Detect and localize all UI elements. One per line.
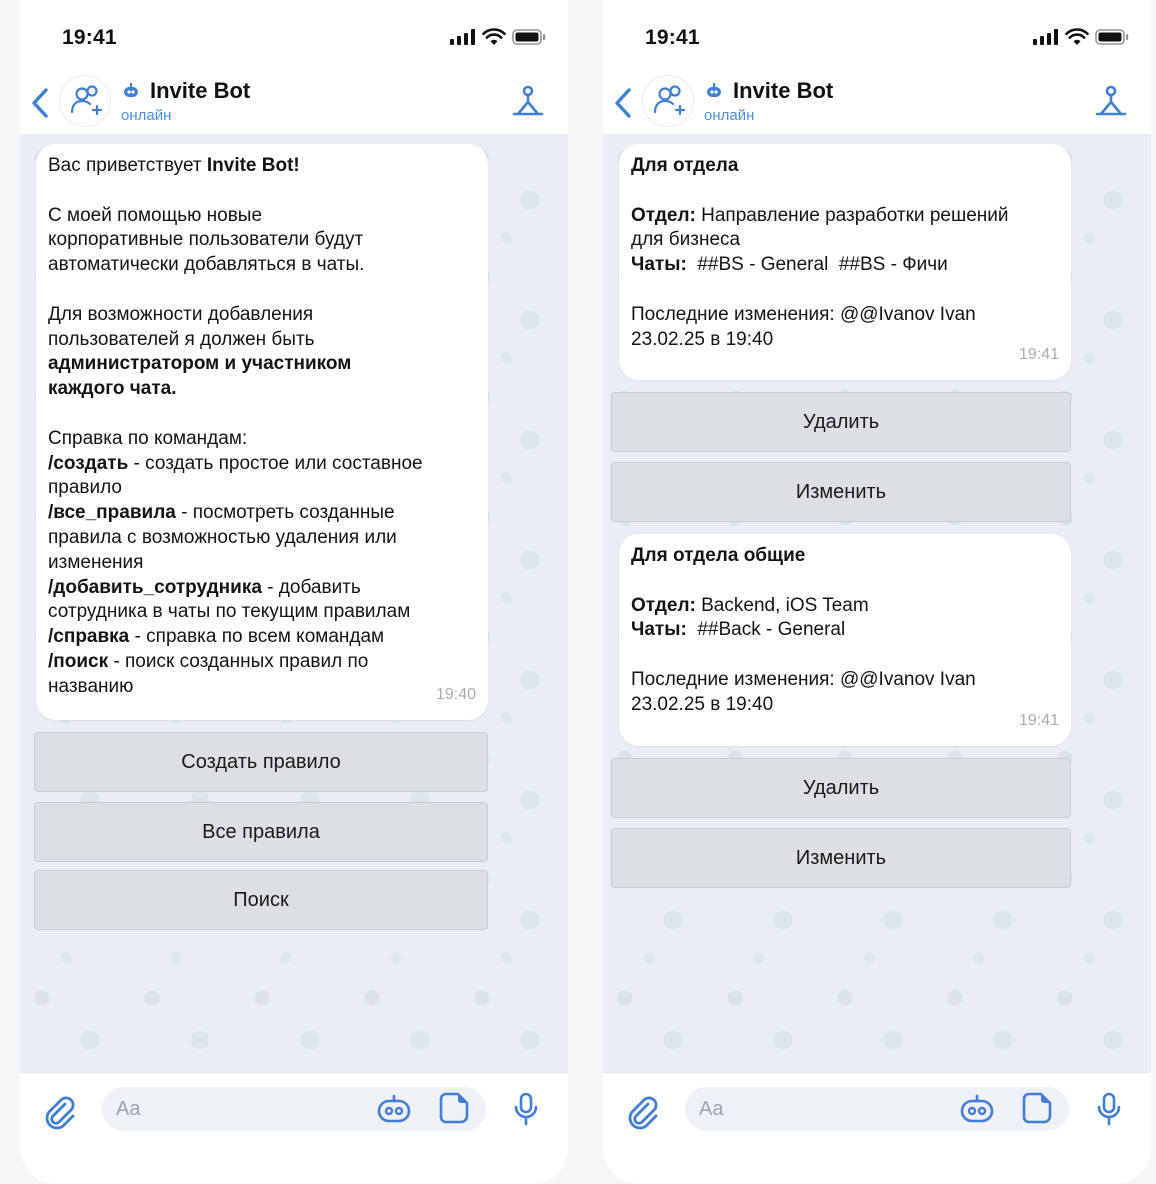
status-icons <box>450 28 546 46</box>
rule-changes-date: 23.02.25 в 19:40 <box>631 693 774 715</box>
command-line: /добавить_сотрудника - добавить <box>48 576 361 598</box>
command-cont: изменения <box>48 551 144 573</box>
rule-card: Для отдела Отдел: Направление разработки… <box>619 144 1071 380</box>
welcome-line: Вас приветствует Invite Bot! <box>48 155 300 176</box>
edit-rule-button[interactable]: Изменить <box>611 828 1071 888</box>
command-line: /все_правила - посмотреть созданные <box>48 502 395 524</box>
chat-title: Invite Bot <box>150 78 251 103</box>
message-time: 19:41 <box>1018 346 1059 364</box>
rule-changes-date: 23.02.25 в 19:40 <box>631 328 774 350</box>
delete-rule-button[interactable]: Удалить <box>611 392 1071 452</box>
wifi-icon <box>1065 28 1089 45</box>
sticker-icon[interactable] <box>438 1091 470 1125</box>
intro-line: С моей помощью новые <box>48 204 263 226</box>
chat-header: Invite Bot онлайн <box>603 72 1151 135</box>
bot-badge-icon <box>124 83 138 97</box>
intro-line: автоматически добавляться в чаты. <box>48 254 365 276</box>
edit-rule-button[interactable]: Изменить <box>611 462 1071 522</box>
chat-title: Invite Bot <box>733 78 834 103</box>
phone-right: 19:41 Invite Bot онлайн Для отдела Отдел… <box>603 0 1151 1184</box>
welcome-message: Вас приветствует Invite Bot! С моей помо… <box>36 144 488 720</box>
avatar[interactable] <box>60 76 110 126</box>
bot-commands-icon[interactable] <box>959 1093 995 1125</box>
command-cont: сотрудника в чаты по текущим правилам <box>48 601 411 623</box>
back-arrow-icon[interactable] <box>26 86 54 120</box>
message-input[interactable] <box>102 1087 486 1131</box>
add-users-icon <box>70 85 103 116</box>
search-button[interactable]: Поиск <box>34 870 488 930</box>
command-cont: правила с возможностью удаления или <box>48 526 397 548</box>
battery-icon <box>512 29 546 45</box>
input-bar <box>20 1072 568 1184</box>
help-title: Справка по командам: <box>48 427 248 449</box>
chat-header: Invite Bot онлайн <box>20 72 568 135</box>
rule-department: Отдел: Направление разработки решений <box>631 204 1009 226</box>
rule-department: Отдел: Backend, iOS Team <box>631 594 869 616</box>
command-cont: названию <box>48 675 134 697</box>
intro-line: корпоративные пользователи будут <box>48 229 364 251</box>
add-users-icon <box>653 85 686 116</box>
status-time: 19:41 <box>62 26 117 49</box>
rule-department-cont: для бизнеса <box>631 229 741 251</box>
paperclip-icon[interactable] <box>42 1095 78 1131</box>
command-line: /создать - создать простое или составное <box>48 452 423 474</box>
bot-menu-icon[interactable] <box>1093 84 1129 120</box>
command-create[interactable]: /создать <box>48 453 128 474</box>
admin-line: пользователей я должен быть <box>48 328 315 350</box>
rule-title: Для отдела общие <box>631 545 806 566</box>
message-time: 19:40 <box>435 686 476 704</box>
rule-changes: Последние изменения: @@Ivanov Ivan <box>631 303 976 325</box>
all-rules-button[interactable]: Все правила <box>34 802 488 862</box>
input-bar <box>603 1072 1151 1184</box>
phone-left: 19:41 Invite Bot онлайн Вас приветствует… <box>20 0 568 1184</box>
header-title-row: Invite Bot <box>120 78 250 104</box>
wifi-icon <box>482 28 506 45</box>
rule-chats: Чаты: ##BS - General ##BS - Фичи <box>631 254 948 276</box>
command-search[interactable]: /поиск <box>48 651 108 672</box>
message-time: 19:41 <box>1018 712 1059 730</box>
chat-area: Для отдела Отдел: Направление разработки… <box>603 134 1151 1072</box>
message-input[interactable] <box>685 1087 1069 1131</box>
signal-icon <box>450 29 475 45</box>
delete-rule-button[interactable]: Удалить <box>611 758 1071 818</box>
rule-chats: Чаты: ##Back - General <box>631 619 846 641</box>
bot-badge-icon <box>707 83 721 97</box>
command-line: /справка - справка по всем командам <box>48 626 385 648</box>
signal-icon <box>1033 29 1058 45</box>
battery-icon <box>1095 29 1129 45</box>
bot-name: Invite Bot! <box>206 155 300 176</box>
chat-area: Вас приветствует Invite Bot! С моей помо… <box>20 134 568 1072</box>
command-line: /поиск - поиск созданных правил по <box>48 650 369 672</box>
microphone-icon[interactable] <box>512 1091 540 1127</box>
rule-card: Для отдела общие Отдел: Backend, iOS Tea… <box>619 534 1071 746</box>
admin-line: Для возможности добавления <box>48 303 314 325</box>
paperclip-icon[interactable] <box>625 1095 661 1131</box>
status-bar: 19:41 <box>603 0 1151 72</box>
online-status: онлайн <box>121 107 172 124</box>
admin-bold-line: каждого чата. <box>48 378 177 400</box>
command-cont: правило <box>48 477 122 499</box>
bot-commands-icon[interactable] <box>376 1093 412 1125</box>
sticker-icon[interactable] <box>1021 1091 1053 1125</box>
rule-changes: Последние изменения: @@Ivanov Ivan <box>631 668 976 690</box>
command-help[interactable]: /справка <box>48 626 129 647</box>
status-time: 19:41 <box>645 26 700 49</box>
admin-bold-line: администратором и участником <box>48 353 352 375</box>
rule-title: Для отдела <box>631 155 739 176</box>
command-all-rules[interactable]: /все_правила <box>48 502 176 523</box>
back-arrow-icon[interactable] <box>609 86 637 120</box>
create-rule-button[interactable]: Создать правило <box>34 732 488 792</box>
avatar[interactable] <box>643 76 693 126</box>
command-add-employee[interactable]: /добавить_сотрудника <box>48 577 262 598</box>
online-status: онлайн <box>704 107 755 124</box>
header-title-row: Invite Bot <box>703 78 833 104</box>
microphone-icon[interactable] <box>1095 1091 1123 1127</box>
status-icons <box>1033 28 1129 46</box>
bot-menu-icon[interactable] <box>510 84 546 120</box>
status-bar: 19:41 <box>20 0 568 72</box>
